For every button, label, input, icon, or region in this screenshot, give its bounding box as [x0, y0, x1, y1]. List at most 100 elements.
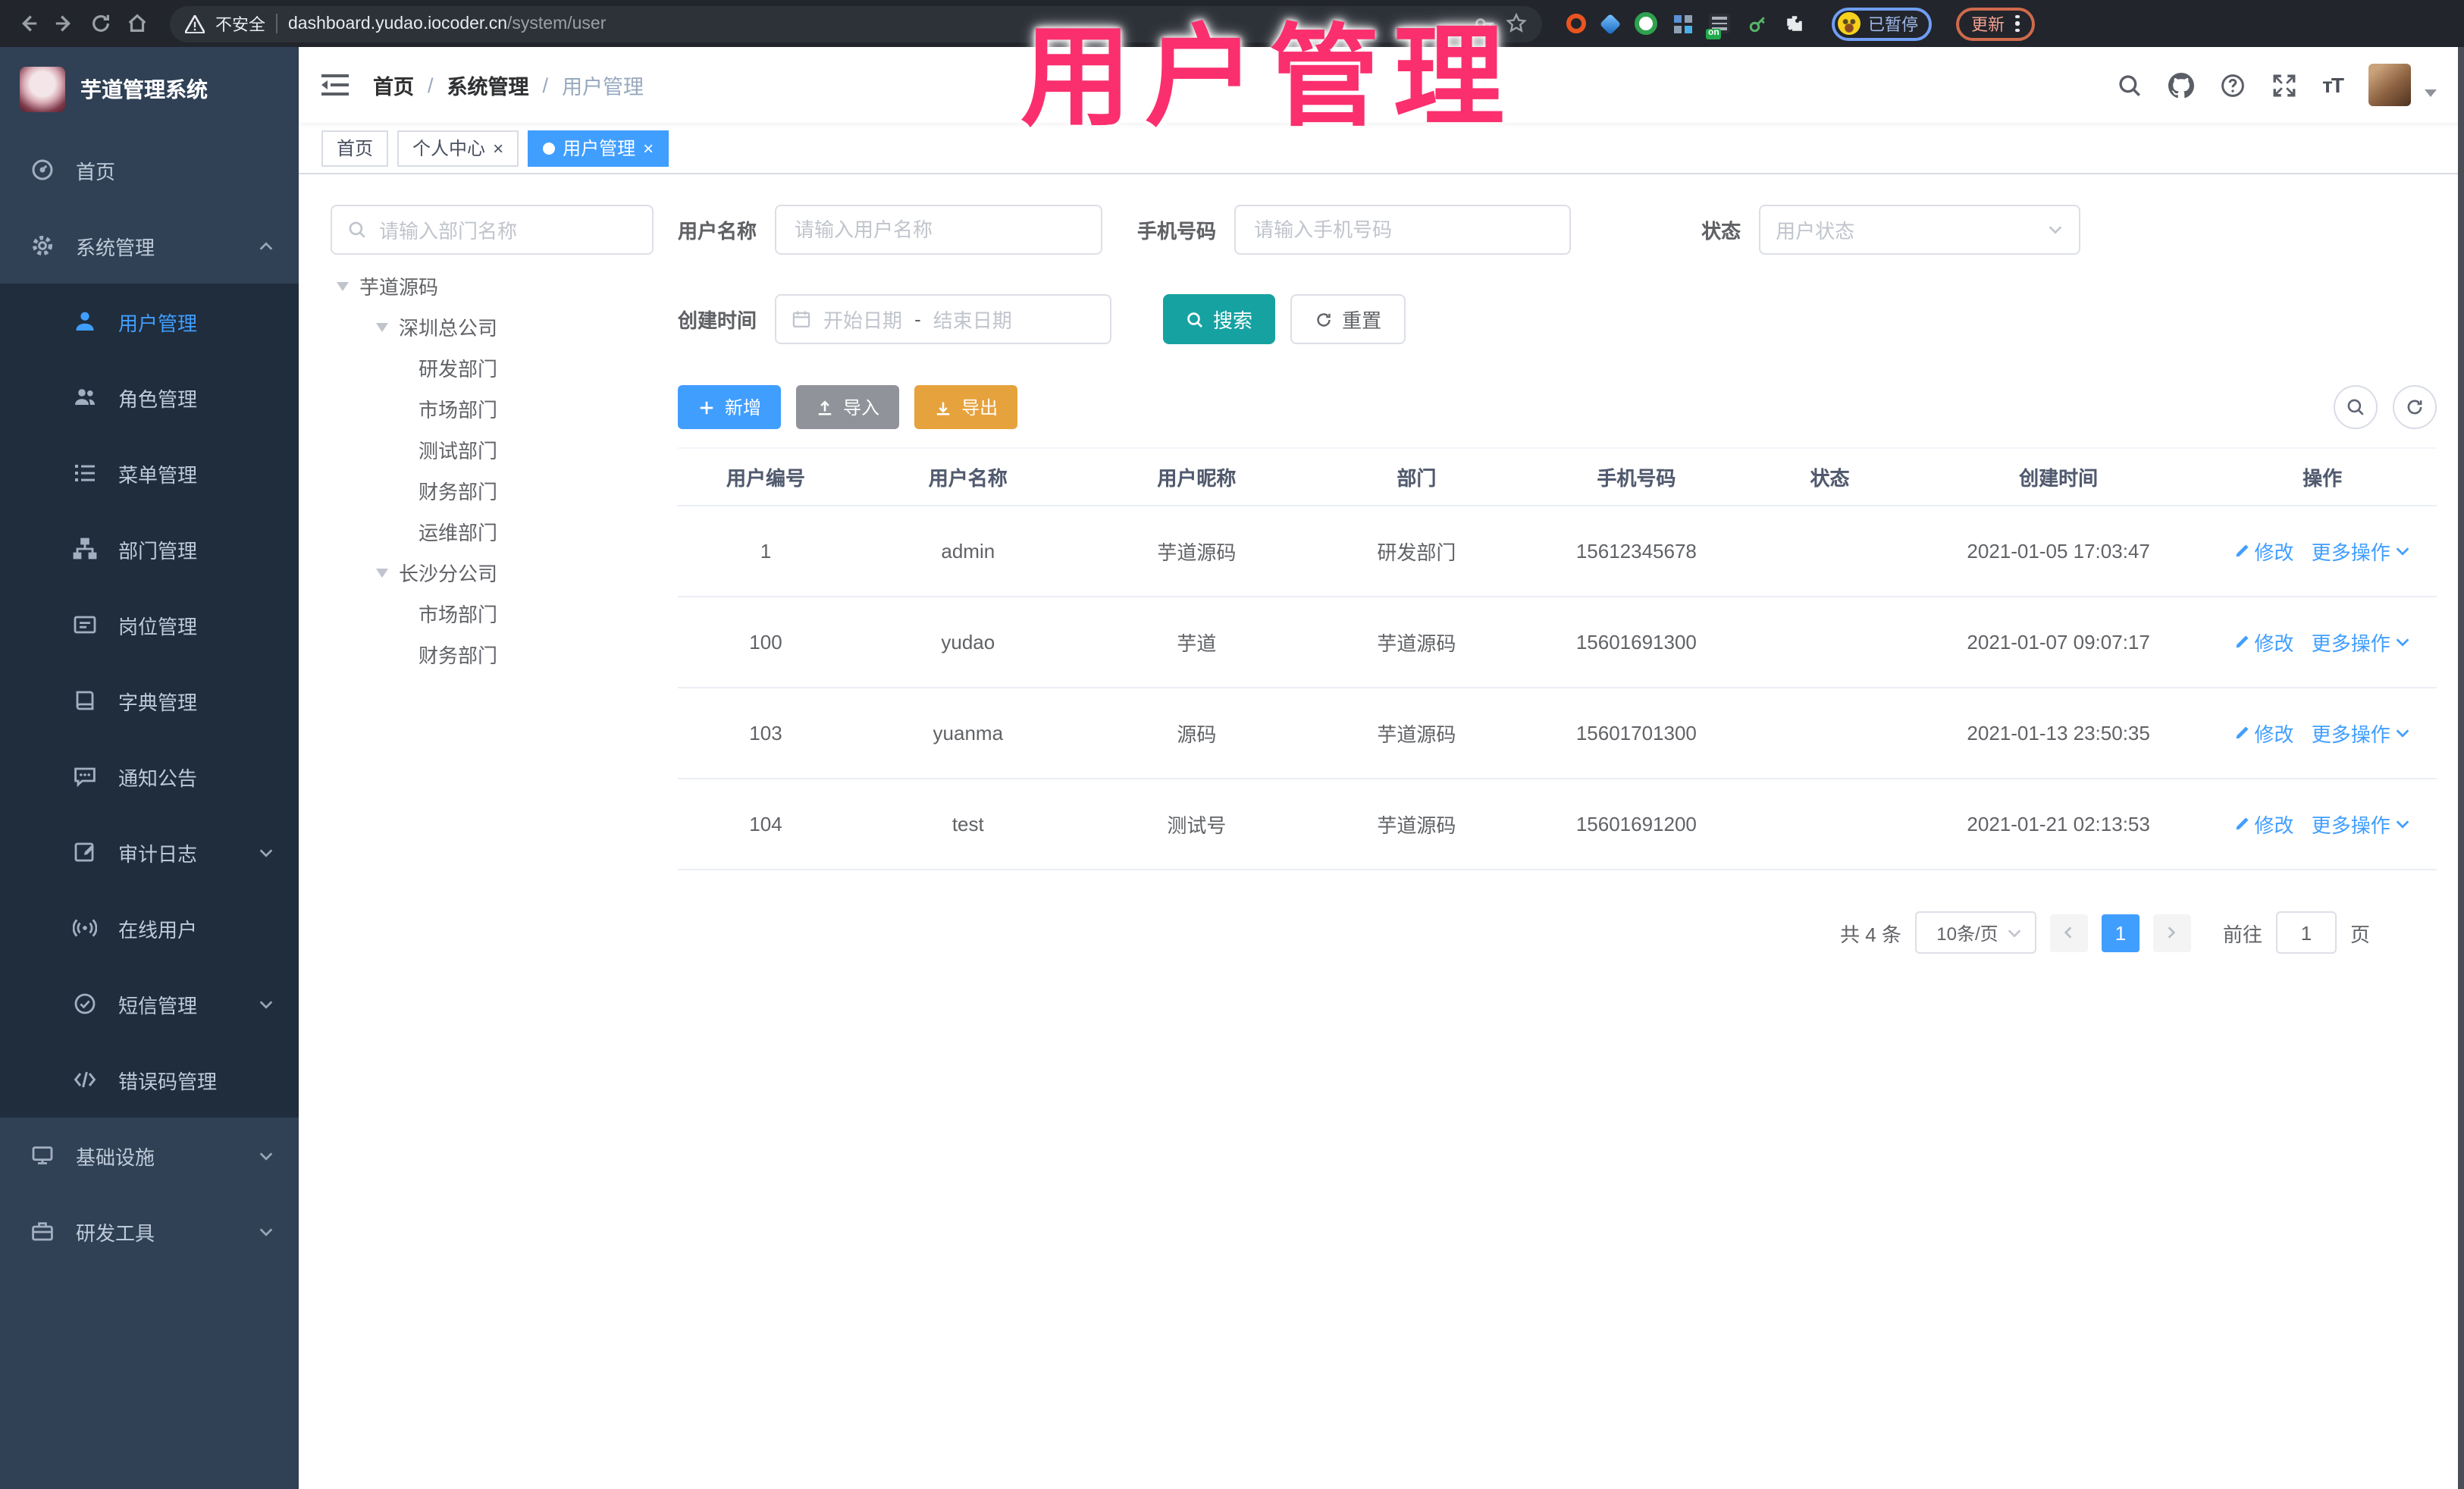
- help-icon[interactable]: [2219, 72, 2245, 98]
- sidebar-item-dept-mgmt[interactable]: 部门管理: [0, 511, 299, 587]
- tree-node[interactable]: 测试部门: [331, 429, 654, 470]
- tree-node[interactable]: 市场部门: [331, 593, 654, 634]
- next-page-button[interactable]: [2152, 914, 2191, 951]
- edit-link[interactable]: 修改: [2234, 810, 2294, 839]
- search-icon: [2347, 399, 2364, 415]
- chevron-right-icon: [2168, 926, 2177, 939]
- forward-icon[interactable]: [52, 11, 76, 36]
- breadcrumb-home[interactable]: 首页: [373, 70, 414, 100]
- tab-profile[interactable]: 个人中心 ×: [397, 130, 519, 166]
- username-input[interactable]: [775, 205, 1103, 255]
- app-logo-row[interactable]: 芋道管理系统: [0, 47, 299, 132]
- tree-caret-icon[interactable]: [376, 568, 388, 577]
- omnibox-divider: [276, 14, 277, 33]
- mobile-input[interactable]: [1234, 205, 1572, 255]
- sidebar-item-dev-tools[interactable]: 研发工具: [0, 1193, 299, 1269]
- back-icon[interactable]: [15, 11, 39, 36]
- search-button[interactable]: 搜索: [1163, 294, 1276, 344]
- chevron-down-icon: [2397, 547, 2410, 556]
- edit-link[interactable]: 修改: [2234, 537, 2294, 566]
- tree-node[interactable]: 市场部门: [331, 388, 654, 429]
- id-card-icon: [74, 616, 96, 634]
- home-icon[interactable]: [124, 11, 149, 36]
- tree-node[interactable]: 财务部门: [331, 470, 654, 511]
- create-time-range-picker[interactable]: 开始日期 - 结束日期: [775, 294, 1112, 344]
- sidebar-item-post-mgmt[interactable]: 岗位管理: [0, 587, 299, 663]
- update-label: 更新: [1971, 16, 2005, 34]
- extensions-puzzle-icon[interactable]: [1785, 14, 1804, 33]
- page-size-select[interactable]: 10条/页: [1914, 911, 2036, 954]
- font-size-icon[interactable]: тT: [2322, 73, 2344, 97]
- fullscreen-icon[interactable]: [2271, 72, 2296, 98]
- window-scrollbar[interactable]: [2458, 47, 2464, 1489]
- tab-user-mgmt[interactable]: 用户管理 ×: [528, 130, 669, 166]
- extension-ubuntu-icon[interactable]: [1566, 14, 1586, 33]
- reset-button[interactable]: 重置: [1290, 294, 1406, 344]
- tree-node[interactable]: 财务部门: [331, 634, 654, 675]
- pagination: 共 4 条 10条/页 1 前往 1 页: [678, 911, 2437, 954]
- sidebar-item-audit-log[interactable]: 审计日志: [0, 814, 299, 890]
- close-tab-icon[interactable]: ×: [643, 139, 654, 157]
- not-secure-warning-icon: [185, 14, 205, 33]
- dept-search-box[interactable]: 请输入部门名称: [331, 205, 654, 255]
- extension-key-icon[interactable]: [1747, 13, 1768, 34]
- add-button[interactable]: 新增: [678, 385, 782, 429]
- search-icon[interactable]: [2116, 72, 2142, 98]
- tree-node[interactable]: 芋道源码: [331, 265, 654, 306]
- sidebar-item-menu-mgmt[interactable]: 菜单管理: [0, 435, 299, 511]
- tree-node[interactable]: 深圳总公司: [331, 306, 654, 347]
- page-url[interactable]: dashboard.yudao.iocoder.cn/system/user: [288, 14, 606, 33]
- sidebar-item-infrastructure[interactable]: 基础设施: [0, 1118, 299, 1193]
- import-button[interactable]: 导入: [796, 385, 900, 429]
- edit-link[interactable]: 修改: [2234, 628, 2294, 657]
- security-label[interactable]: 不安全: [215, 11, 265, 36]
- collapse-sidebar-icon[interactable]: [321, 73, 349, 97]
- extension-gem-icon[interactable]: [1599, 12, 1622, 35]
- profile-status-label: 已暂停: [1868, 16, 1918, 34]
- extension-switch-on-icon[interactable]: on: [1706, 14, 1730, 39]
- prev-page-button[interactable]: [2049, 914, 2088, 951]
- tab-home[interactable]: 首页: [321, 130, 389, 166]
- sidebar-item-role-mgmt[interactable]: 角色管理: [0, 359, 299, 435]
- sidebar-item-sms-mgmt[interactable]: 短信管理: [0, 966, 299, 1042]
- refresh-table-button[interactable]: [2393, 385, 2437, 429]
- sidebar-item-home[interactable]: 首页: [0, 132, 299, 208]
- sidebar-item-notice[interactable]: 通知公告: [0, 738, 299, 814]
- browser-menu-icon[interactable]: [2015, 14, 2019, 33]
- more-actions-link[interactable]: 更多操作: [2312, 719, 2412, 748]
- more-actions-link[interactable]: 更多操作: [2312, 537, 2412, 566]
- sidebar-item-error-code[interactable]: 错误码管理: [0, 1042, 299, 1118]
- edit-link[interactable]: 修改: [2234, 719, 2294, 748]
- goto-page-input[interactable]: [2275, 911, 2337, 954]
- tree-caret-icon[interactable]: [376, 322, 388, 331]
- status-label: 状态: [1701, 220, 1741, 243]
- browser-update-button[interactable]: 更新: [1956, 7, 2034, 40]
- extension-grid-icon[interactable]: [1674, 14, 1692, 33]
- page-number-1[interactable]: 1: [2101, 914, 2140, 951]
- tree-node[interactable]: 研发部门: [331, 347, 654, 388]
- sidebar-item-online-users[interactable]: 在线用户: [0, 890, 299, 966]
- sidebar-item-user-mgmt[interactable]: 用户管理: [0, 284, 299, 359]
- filter-row-1: 用户名称 手机号码 状态 用户状态: [678, 205, 2437, 255]
- user-avatar[interactable]: [2368, 64, 2411, 106]
- github-icon[interactable]: [2168, 72, 2194, 98]
- avatar-caret-icon[interactable]: [2425, 89, 2437, 96]
- export-button[interactable]: 导出: [914, 385, 1018, 429]
- show-search-toggle-button[interactable]: [2334, 385, 2378, 429]
- extension-green-icon[interactable]: [1635, 12, 1657, 35]
- browser-profile-chip[interactable]: 已暂停: [1832, 7, 1932, 40]
- sidebar-item-system[interactable]: 系统管理: [0, 208, 299, 284]
- table-header-row: 用户编号 用户名称 用户昵称 部门 手机号码 状态 创建时间 操作: [678, 447, 2437, 506]
- breadcrumb-system[interactable]: 系统管理: [447, 70, 529, 100]
- col-mobile: 手机号码: [1522, 447, 1751, 506]
- tree-caret-icon[interactable]: [337, 281, 349, 290]
- more-actions-link[interactable]: 更多操作: [2312, 628, 2412, 657]
- sidebar-item-dict-mgmt[interactable]: 字典管理: [0, 663, 299, 738]
- more-actions-link[interactable]: 更多操作: [2312, 810, 2412, 839]
- tree-node[interactable]: 长沙分公司: [331, 552, 654, 593]
- reload-icon[interactable]: [88, 11, 112, 36]
- toolbar: 新增 导入 导出: [678, 385, 2437, 429]
- status-select[interactable]: 用户状态: [1759, 205, 2081, 255]
- tree-node[interactable]: 运维部门: [331, 511, 654, 552]
- close-tab-icon[interactable]: ×: [493, 139, 503, 157]
